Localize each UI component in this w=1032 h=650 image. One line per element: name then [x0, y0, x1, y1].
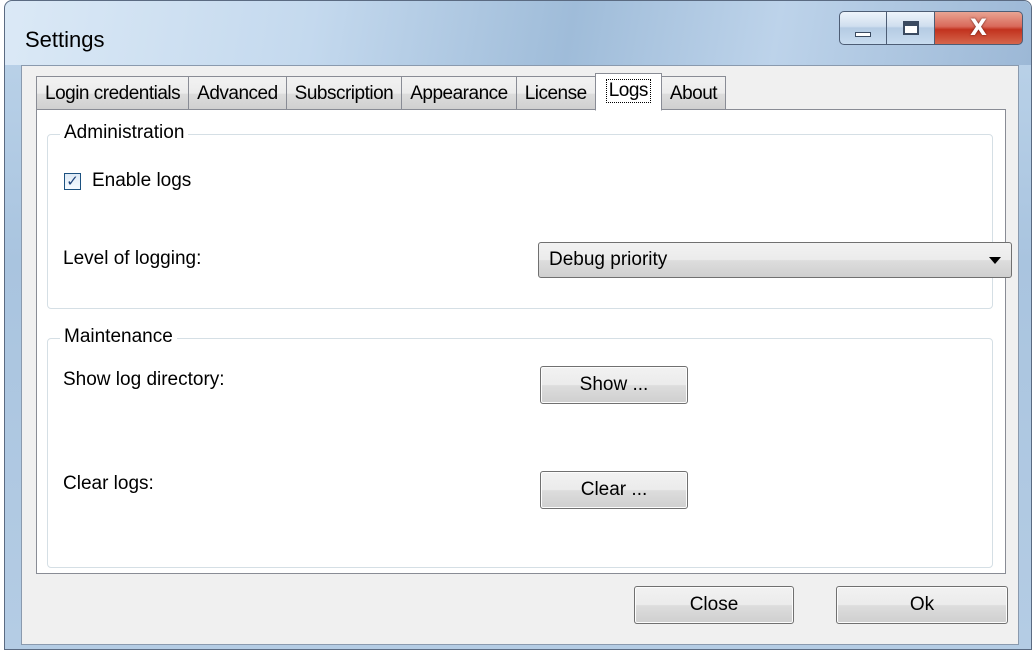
logs-tab-panel: Administration ✓ Enable logs Level of lo… [36, 109, 1012, 574]
close-icon: X [970, 15, 987, 41]
tab-license[interactable]: License [515, 76, 596, 110]
clear-logs-button[interactable]: Clear ... [540, 471, 688, 509]
tab-logs-label: Logs [605, 79, 651, 103]
dropdown-arrow-icon [989, 257, 1001, 264]
tab-logs[interactable]: Logs [594, 73, 662, 111]
maintenance-group: Maintenance Show log directory: Show ...… [47, 326, 993, 568]
title-bar[interactable]: Settings X [5, 1, 1031, 65]
caption-buttons: X [839, 11, 1023, 45]
tab-about[interactable]: About [660, 76, 727, 110]
minimize-icon [855, 31, 871, 37]
maintenance-legend: Maintenance [60, 326, 177, 348]
logging-level-label: Level of logging: [63, 248, 202, 269]
tab-appearance[interactable]: Appearance [401, 76, 517, 110]
tab-login-credentials[interactable]: Login credentials [36, 76, 190, 110]
ok-button[interactable]: Ok [836, 586, 1008, 624]
minimize-button[interactable] [839, 11, 887, 45]
logging-level-select[interactable]: Debug priority [538, 242, 1012, 278]
tab-advanced[interactable]: Advanced [188, 76, 287, 110]
tab-strip: Login credentials Advanced Subscription … [36, 73, 727, 111]
administration-group: Administration ✓ Enable logs Level of lo… [47, 122, 1012, 309]
settings-window: Settings X Login credentials Advanced Su… [4, 0, 1032, 650]
enable-logs-label[interactable]: Enable logs [92, 170, 191, 192]
maximize-icon [902, 21, 919, 35]
close-button[interactable]: Close [634, 586, 794, 624]
checkmark-icon: ✓ [66, 173, 79, 190]
close-window-button[interactable]: X [935, 11, 1023, 45]
dialog-client-area: Login credentials Advanced Subscription … [21, 65, 1019, 645]
logging-level-value: Debug priority [549, 249, 668, 270]
administration-legend: Administration [60, 122, 189, 144]
enable-logs-checkbox[interactable]: ✓ [64, 173, 81, 190]
show-log-directory-button[interactable]: Show ... [540, 366, 688, 404]
maximize-button[interactable] [887, 11, 935, 45]
show-log-directory-label: Show log directory: [63, 369, 225, 390]
window-title: Settings [25, 27, 105, 52]
clear-logs-label: Clear logs: [63, 473, 154, 494]
tab-subscription[interactable]: Subscription [285, 76, 403, 110]
